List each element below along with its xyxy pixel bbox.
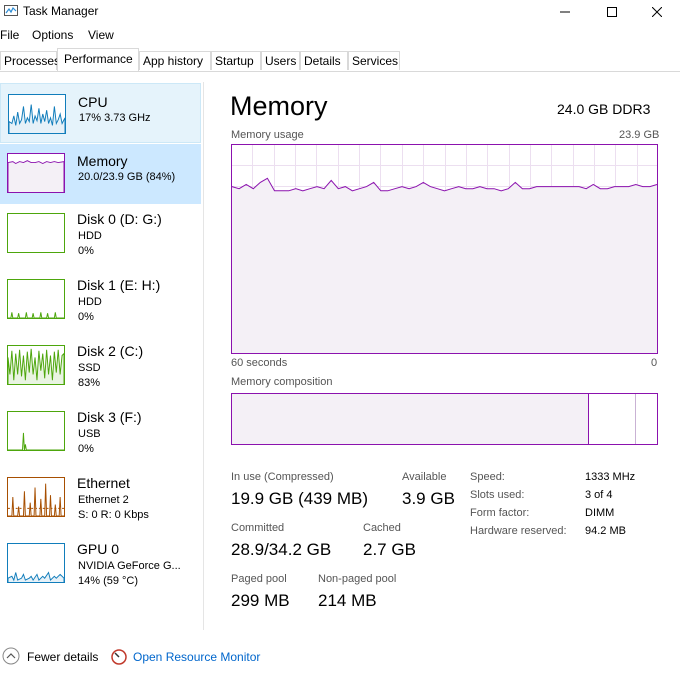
sidebar-adapter-ethernet: Ethernet 2 bbox=[78, 494, 129, 506]
task-manager-icon bbox=[4, 5, 18, 16]
disk3-thumbnail-graph bbox=[7, 411, 65, 451]
composition-in-use bbox=[232, 394, 588, 444]
tab-details[interactable]: Details bbox=[300, 51, 348, 70]
sidebar-item-ethernet[interactable]: Ethernet Ethernet 2 S: 0 R: 0 Kbps bbox=[0, 472, 201, 532]
disk0-thumbnail-graph bbox=[7, 213, 65, 253]
available-label: Available bbox=[402, 471, 447, 483]
committed-value: 28.9/34.2 GB bbox=[231, 540, 332, 559]
close-button[interactable] bbox=[634, 0, 680, 24]
time-axis-end: 0 bbox=[651, 357, 658, 369]
sidebar-item-disk0[interactable]: Disk 0 (D: G:) HDD 0% bbox=[0, 208, 201, 268]
menu-file[interactable]: File bbox=[0, 28, 19, 42]
sidebar-label-disk1: Disk 1 (E: H:) bbox=[77, 277, 161, 293]
memory-composition-label: Memory composition bbox=[231, 376, 333, 388]
sidebar-item-disk2[interactable]: Disk 2 (C:) SSD 83% bbox=[0, 340, 201, 400]
spec-form-factor-value: DIMM bbox=[585, 507, 615, 519]
close-icon bbox=[652, 7, 662, 17]
tab-processes[interactable]: Processes bbox=[0, 51, 60, 70]
chevron-up-icon bbox=[2, 647, 20, 665]
memory-thumbnail-graph bbox=[7, 153, 65, 193]
maximize-icon bbox=[607, 7, 617, 17]
maximize-button[interactable] bbox=[589, 0, 635, 24]
sidebar-type-disk0: HDD bbox=[78, 230, 102, 242]
tab-strip: Processes Performance App history Startu… bbox=[0, 48, 680, 72]
spec-speed-label: Speed: bbox=[470, 471, 505, 483]
menu-view[interactable]: View bbox=[88, 28, 114, 42]
window-title: Task Manager bbox=[23, 4, 99, 18]
non-paged-pool-value: 214 MB bbox=[318, 591, 377, 610]
sidebar-label-ethernet: Ethernet bbox=[77, 475, 130, 491]
sidebar-usage-gpu0: 14% (59 °C) bbox=[78, 575, 139, 587]
in-use-value: 19.9 GB (439 MB) bbox=[231, 489, 369, 508]
sidebar-item-cpu[interactable]: CPU 17% 3.73 GHz bbox=[0, 83, 201, 143]
sidebar-label-cpu: CPU bbox=[78, 94, 108, 110]
tab-app-history[interactable]: App history bbox=[139, 51, 211, 70]
cpu-thumbnail-graph bbox=[8, 94, 66, 134]
sidebar-type-disk3: USB bbox=[78, 428, 101, 440]
performance-sidebar: CPU 17% 3.73 GHz Memory 20.0/23.9 GB (84… bbox=[0, 82, 204, 630]
sidebar-label-disk3: Disk 3 (F:) bbox=[77, 409, 142, 425]
tab-performance[interactable]: Performance bbox=[57, 48, 139, 71]
sidebar-usage-disk0: 0% bbox=[78, 245, 94, 257]
sidebar-label-disk0: Disk 0 (D: G:) bbox=[77, 211, 162, 227]
ethernet-thumbnail-graph bbox=[7, 477, 65, 517]
spec-slots-value: 3 of 4 bbox=[585, 489, 613, 501]
tab-startup[interactable]: Startup bbox=[211, 51, 261, 70]
spec-hw-reserved-label: Hardware reserved: bbox=[470, 525, 567, 537]
open-resource-monitor-link[interactable]: Open Resource Monitor bbox=[133, 650, 260, 664]
minimize-icon bbox=[560, 11, 570, 13]
sidebar-usage-disk2: 83% bbox=[78, 377, 101, 389]
fewer-details-link[interactable]: Fewer details bbox=[27, 650, 98, 664]
spec-slots-label: Slots used: bbox=[470, 489, 525, 501]
sidebar-item-gpu0[interactable]: GPU 0 NVIDIA GeForce G... 14% (59 °C) bbox=[0, 538, 201, 598]
resource-monitor-icon bbox=[111, 649, 127, 665]
spec-hw-reserved-value: 94.2 MB bbox=[585, 525, 626, 537]
fewer-details-toggle[interactable] bbox=[2, 647, 20, 665]
memory-usage-graph bbox=[231, 144, 658, 354]
sidebar-model-gpu0: NVIDIA GeForce G... bbox=[78, 560, 181, 572]
available-value: 3.9 GB bbox=[402, 489, 455, 508]
cached-value: 2.7 GB bbox=[363, 540, 416, 559]
sidebar-type-disk2: SSD bbox=[78, 362, 101, 374]
minimize-button[interactable] bbox=[542, 0, 588, 24]
title-bar: Task Manager bbox=[0, 0, 680, 24]
disk2-thumbnail-graph bbox=[7, 345, 65, 385]
tab-services[interactable]: Services bbox=[348, 51, 400, 70]
sidebar-item-disk1[interactable]: Disk 1 (E: H:) HDD 0% bbox=[0, 274, 201, 334]
disk1-thumbnail-graph bbox=[7, 279, 65, 319]
sidebar-sub-cpu: 17% 3.73 GHz bbox=[79, 112, 151, 124]
sidebar-sub-memory: 20.0/23.9 GB (84%) bbox=[78, 171, 176, 183]
sidebar-usage-disk3: 0% bbox=[78, 443, 94, 455]
committed-label: Committed bbox=[231, 522, 285, 534]
menu-options[interactable]: Options bbox=[32, 28, 73, 42]
memory-usage-label: Memory usage bbox=[231, 129, 304, 141]
spec-speed-value: 1333 MHz bbox=[585, 471, 636, 483]
page-title: Memory bbox=[230, 91, 328, 121]
tab-users[interactable]: Users bbox=[261, 51, 300, 70]
sidebar-throughput-ethernet: S: 0 R: 0 Kbps bbox=[78, 509, 149, 521]
paged-pool-value: 299 MB bbox=[231, 591, 290, 610]
memory-spec: 24.0 GB DDR3 bbox=[557, 101, 651, 117]
memory-composition-bar bbox=[231, 393, 658, 445]
sidebar-type-disk1: HDD bbox=[78, 296, 102, 308]
in-use-label: In use (Compressed) bbox=[231, 471, 334, 483]
sidebar-label-disk2: Disk 2 (C:) bbox=[77, 343, 144, 359]
memory-usage-max: 23.9 GB bbox=[619, 129, 660, 141]
cached-label: Cached bbox=[363, 522, 401, 534]
time-axis-start: 60 seconds bbox=[231, 357, 288, 369]
paged-pool-label: Paged pool bbox=[231, 573, 287, 585]
spec-form-factor-label: Form factor: bbox=[470, 507, 530, 519]
sidebar-item-disk3[interactable]: Disk 3 (F:) USB 0% bbox=[0, 406, 201, 466]
memory-usage-area bbox=[232, 178, 657, 353]
gpu0-thumbnail-graph bbox=[7, 543, 65, 583]
sidebar-label-memory: Memory bbox=[77, 153, 128, 169]
sidebar-label-gpu0: GPU 0 bbox=[77, 541, 120, 557]
sidebar-usage-disk1: 0% bbox=[78, 311, 94, 323]
non-paged-pool-label: Non-paged pool bbox=[318, 573, 397, 585]
sidebar-item-memory[interactable]: Memory 20.0/23.9 GB (84%) bbox=[0, 144, 201, 204]
